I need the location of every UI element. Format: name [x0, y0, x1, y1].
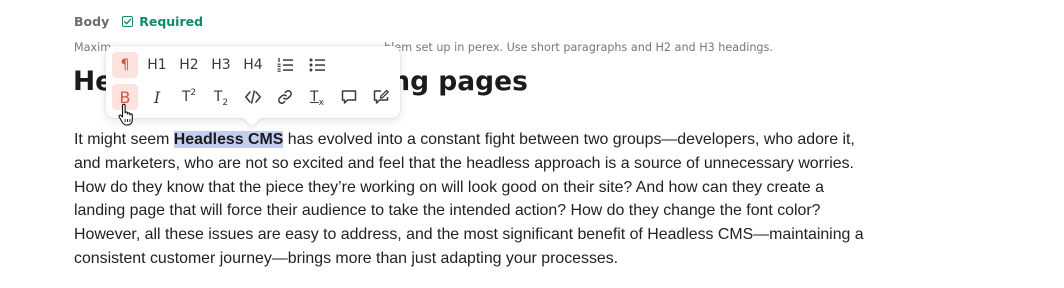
h4-label: H4 [243, 57, 263, 73]
field-header: Body Required [74, 12, 203, 30]
body-line: landing page that will force their audie… [74, 202, 821, 220]
field-hint-end: blem set up in perex. Use short paragrap… [384, 41, 773, 54]
comment-button[interactable] [336, 84, 362, 110]
body-line: How do they know that the piece they’re … [74, 178, 824, 196]
body-paragraph[interactable]: It might seem Headless CMS has evolved i… [74, 128, 1034, 271]
superscript-icon: T2 [181, 88, 197, 105]
subscript-icon: T2 [213, 89, 229, 108]
body-line: and marketers, who are not so excited an… [74, 154, 854, 172]
link-button[interactable] [272, 84, 298, 110]
subscript-button[interactable]: T2 [208, 84, 234, 110]
h3-label: H3 [211, 57, 231, 73]
field-label: Body [74, 13, 110, 29]
paragraph-button[interactable]: ¶ [112, 52, 138, 78]
body-line: It might seem Headless CMS has evolved i… [74, 128, 1034, 152]
body-line: consistent customer journey—brings more … [74, 249, 619, 267]
ordered-list-button[interactable] [272, 52, 298, 78]
superscript-button[interactable]: T2 [176, 84, 202, 110]
edit-comment-icon [373, 89, 389, 104]
body-text-after-selection: has evolved into a constant fight betwee… [283, 131, 855, 148]
heading-2-button[interactable]: H2 [176, 52, 202, 78]
body-text-before-selection: It might seem [74, 131, 174, 148]
paragraph-icon: ¶ [120, 57, 130, 73]
hand-pointer-cursor-icon [118, 103, 133, 126]
toolbar-arrow [243, 109, 261, 127]
link-icon [278, 90, 292, 104]
code-icon [245, 90, 261, 104]
bullet-list-button[interactable] [304, 52, 330, 78]
clear-formatting-button[interactable]: Tx [304, 84, 330, 110]
heading-end: ing pages [382, 66, 528, 97]
formatting-toolbar: ¶ H1 H2 H3 H4 B I T2 T2 Tx [106, 46, 400, 127]
h1-label: H1 [147, 57, 167, 73]
heading-1-button[interactable]: H1 [144, 52, 170, 78]
h2-label: H2 [179, 57, 199, 73]
heading-4-button[interactable]: H4 [240, 52, 266, 78]
required-label: Required [139, 13, 204, 29]
italic-icon: I [153, 87, 161, 107]
ordered-list-icon [277, 58, 293, 72]
code-button[interactable] [240, 84, 266, 110]
clear-formatting-icon: Tx [310, 89, 324, 108]
heading-3-button[interactable]: H3 [208, 52, 234, 78]
bullet-list-icon [309, 58, 325, 72]
edit-comment-button[interactable] [368, 84, 394, 110]
body-line: However, all these issues are easy to ad… [74, 226, 864, 244]
selected-text[interactable]: Headless CMS [173, 131, 284, 148]
comment-icon [341, 90, 357, 104]
required-checkbox-icon[interactable] [122, 15, 134, 27]
italic-button[interactable]: I [144, 84, 170, 110]
